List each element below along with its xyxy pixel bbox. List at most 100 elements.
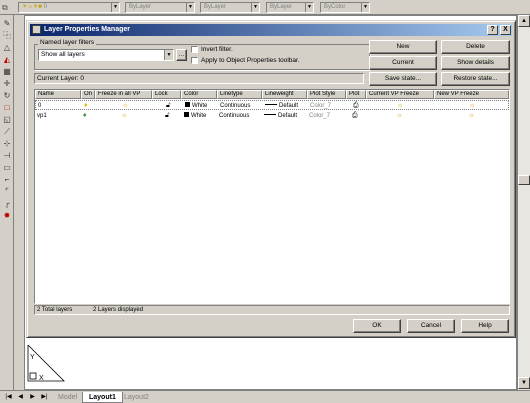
rotate-icon[interactable]: ↻ [2, 91, 12, 101]
tab-layout1[interactable]: Layout1 [82, 392, 123, 403]
column-header-plot-style[interactable]: Plot Style [307, 90, 346, 99]
apply-toolbar-checkbox[interactable] [191, 57, 198, 64]
save-state-button[interactable]: Save state... [369, 72, 437, 86]
explode-icon[interactable]: ✸ [2, 211, 12, 221]
help-question-icon[interactable]: ? [487, 25, 498, 35]
copy-icon[interactable]: ⿻ [2, 31, 12, 41]
table-row[interactable]: 0 ♦ ☼ 🔓︎ White Continuous Default Color_… [35, 100, 509, 110]
color-cell[interactable]: White [185, 101, 218, 111]
next-tab-icon[interactable]: ▶ [28, 393, 37, 402]
vp-thaw-icon[interactable]: ☼ [469, 101, 475, 111]
filter-select-value: Show all layers [41, 51, 85, 58]
tab-layout2[interactable]: Layout2 [118, 392, 155, 403]
current-layer-button[interactable]: Current [369, 56, 437, 70]
new-layer-button[interactable]: New [369, 40, 437, 54]
linetype-combo[interactable]: ByLayer ▼ [200, 2, 260, 13]
sun-icon[interactable]: ☼ [122, 101, 128, 111]
vp-thaw-icon[interactable]: ☼ [468, 111, 474, 121]
column-header-lineweight[interactable]: Lineweight [262, 90, 307, 99]
show-details-button[interactable]: Show details [441, 56, 510, 70]
tab-model[interactable]: Model [52, 392, 83, 403]
move-icon[interactable]: ✛ [2, 79, 12, 89]
restore-state-button[interactable]: Restore state... [441, 72, 510, 86]
cancel-button[interactable]: Cancel [407, 319, 455, 333]
lineweight-combo[interactable]: ByLayer ▼ [266, 2, 314, 13]
plotstyle-combo[interactable]: ByColor ▼ [320, 2, 370, 13]
mirror-icon[interactable]: △ [2, 43, 12, 53]
column-header-on[interactable]: On [81, 90, 95, 99]
scale-icon[interactable]: □ [2, 103, 12, 113]
vp-thaw-icon[interactable]: ☼ [397, 101, 403, 111]
lineweight-cell[interactable]: Default [264, 111, 307, 121]
layer-list-table[interactable]: Name On Freeze in all VP Lock Color Line… [34, 89, 510, 304]
column-header-color[interactable]: Color [181, 90, 217, 99]
printer-icon[interactable]: ⎙ [353, 101, 359, 111]
column-header-current-vp-freeze[interactable]: Current VP Freeze [366, 90, 434, 99]
unlock-icon[interactable]: 🔓︎ [166, 101, 171, 111]
layer-status-icons: ☀☼☀■ [22, 4, 42, 10]
layer-name: 0 [38, 103, 42, 109]
scroll-down-arrow[interactable]: ▼ [518, 377, 530, 389]
offset-icon[interactable]: ◭ [2, 55, 12, 65]
trim-icon[interactable]: ⊹ [2, 139, 12, 149]
column-header-plot[interactable]: Plot [346, 90, 366, 99]
unlock-icon[interactable]: 🔓︎ [165, 111, 170, 121]
lineweight-sample [265, 104, 277, 105]
ucs-icon: Y X [27, 344, 65, 382]
erase-icon[interactable]: ✎ [2, 19, 12, 29]
linetype-cell[interactable]: Continuous [220, 101, 263, 111]
prev-tab-icon[interactable]: ◀ [16, 393, 25, 402]
break-icon[interactable]: ▭ [2, 163, 12, 173]
table-row[interactable]: vp1 ♦ ☼ 🔓︎ White Continuous Default Colo… [35, 111, 509, 121]
apply-toolbar-label: Apply to Object Properties toolbar. [201, 57, 300, 64]
layer-status-bar: 2 Total layers 2 Layers displayed [34, 305, 510, 315]
layer-combo[interactable]: ☀☼☀■ 0 ▼ [18, 2, 120, 13]
bulb-on-icon[interactable]: ♦ [83, 111, 87, 121]
fillet-icon[interactable]: ╭ [2, 199, 12, 209]
layers-icon[interactable]: ⧉ [2, 3, 8, 13]
break-at-point-icon[interactable]: ⌐ [2, 175, 12, 185]
linetype-cell[interactable]: Continuous [219, 111, 262, 121]
column-header-lock[interactable]: Lock [152, 90, 181, 99]
last-tab-icon[interactable]: ▶| [40, 393, 49, 402]
invert-filter-checkbox[interactable] [191, 46, 198, 53]
chamfer-icon[interactable]: ⌜ [2, 187, 12, 197]
bulb-on-icon[interactable]: ♦ [84, 101, 88, 111]
column-header-linetype[interactable]: Linetype [217, 90, 262, 99]
scroll-up-arrow[interactable]: ▲ [518, 15, 530, 27]
printer-icon[interactable]: ⎙ [352, 111, 358, 121]
dialog-titlebar: Layer Properties Manager ? X [30, 24, 512, 36]
linetype-combo-value: ByLayer [204, 4, 227, 10]
column-header-freeze[interactable]: Freeze in all VP [95, 90, 152, 99]
plot-style-cell: Color_7 [309, 113, 331, 119]
delete-layer-button[interactable]: Delete [441, 40, 510, 54]
help-button[interactable]: Help [461, 319, 509, 333]
lineweight-value: Default [278, 113, 298, 119]
layer-properties-dialog: Layer Properties Manager ? X Named layer… [26, 20, 516, 338]
scroll-thumb[interactable] [518, 175, 530, 185]
svg-text:Y: Y [30, 354, 35, 361]
layer-name: vp1 [37, 113, 47, 119]
lengthen-icon[interactable]: ⟋ [2, 127, 12, 137]
vp-thaw-icon[interactable]: ☼ [396, 111, 402, 121]
ok-button[interactable]: OK [353, 319, 401, 333]
invert-filter-label: Invert filter. [201, 46, 233, 53]
stretch-icon[interactable]: ◱ [2, 115, 12, 125]
sun-icon[interactable]: ☼ [121, 111, 127, 121]
modify-toolbar: ✎ ⿻ △ ◭ ▦ ✛ ↻ □ ◱ ⟋ ⊹ ⊣ ▭ ⌐ ⌜ ╭ ✸ [0, 15, 14, 390]
color-cell[interactable]: White [184, 111, 217, 121]
lineweight-cell[interactable]: Default [265, 101, 308, 111]
array-icon[interactable]: ▦ [2, 67, 12, 77]
filter-browse-button[interactable]: ... [176, 49, 187, 61]
extend-icon[interactable]: ⊣ [2, 151, 12, 161]
column-header-name[interactable]: Name [35, 90, 81, 99]
filter-select[interactable]: Show all layers ▼ [38, 49, 174, 61]
lineweight-value: Default [279, 103, 299, 109]
chevron-down-icon[interactable]: ▼ [164, 50, 173, 60]
column-header-new-vp-freeze[interactable]: New VP Freeze [434, 90, 509, 99]
first-tab-icon[interactable]: |◀ [4, 393, 13, 402]
layers-app-icon [32, 25, 41, 34]
color-combo[interactable]: ByLayer ▼ [125, 2, 195, 13]
close-icon[interactable]: X [500, 25, 511, 35]
vertical-scrollbar[interactable]: ▲ ▼ [517, 15, 530, 390]
